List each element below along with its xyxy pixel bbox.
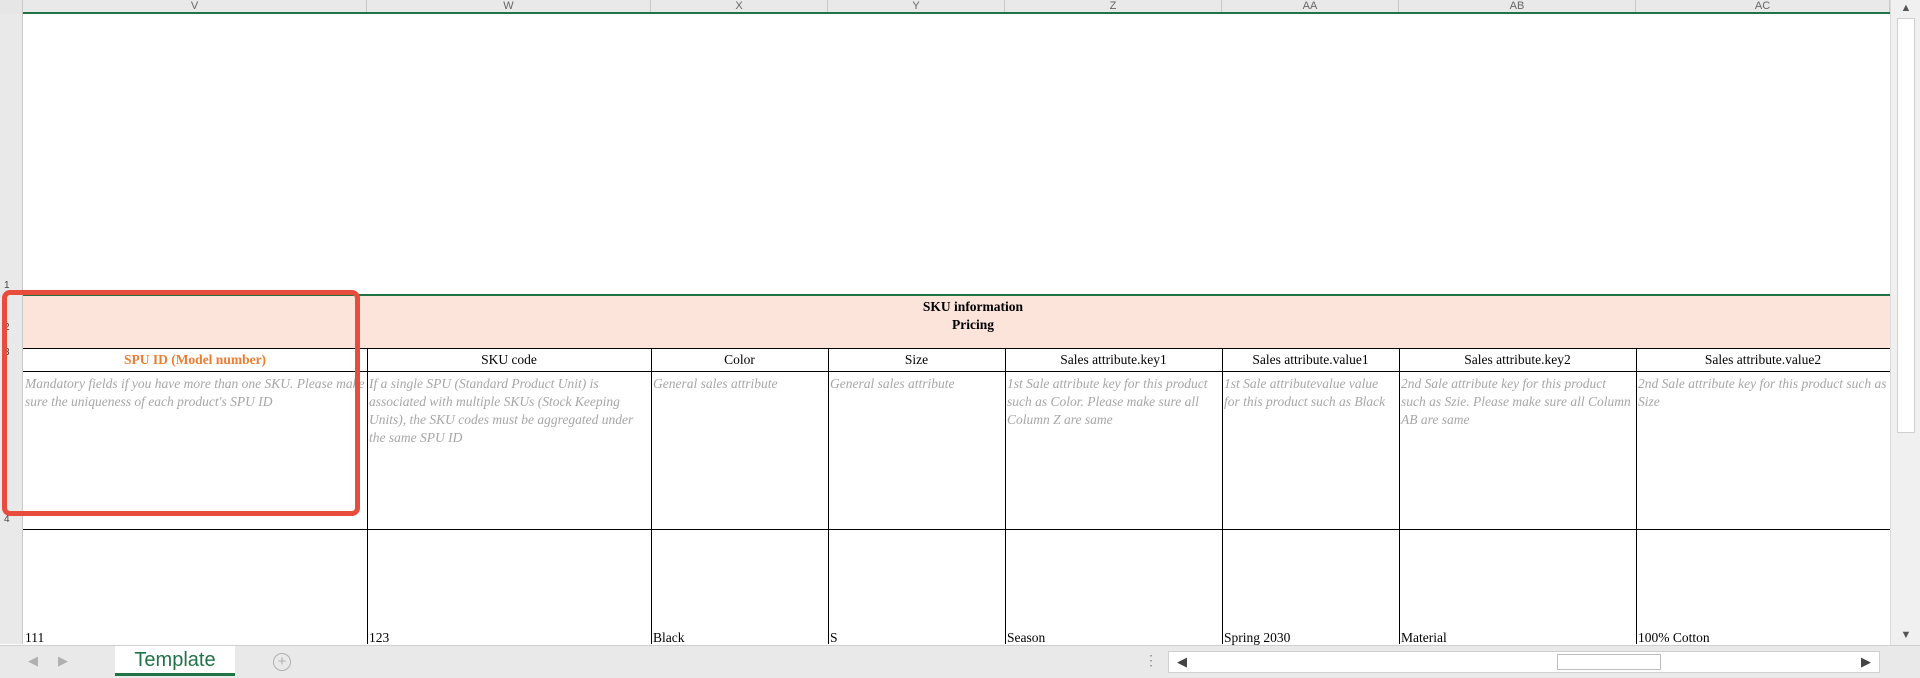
value-cell-sales-value1[interactable]: Spring 2030	[1222, 630, 1290, 646]
section-title-line1: SKU information	[922, 299, 1024, 314]
column-header-bar: V W X Y Z AA AB AC	[0, 0, 1890, 14]
gridline	[23, 529, 1890, 530]
description-cell-color[interactable]: General sales attribute	[651, 375, 828, 525]
header-cell-size[interactable]: Size	[828, 349, 1005, 371]
column-header-v[interactable]: V	[23, 0, 367, 12]
value-cell-sales-key2[interactable]: Material	[1399, 630, 1447, 646]
column-header-aa[interactable]: AA	[1222, 0, 1399, 12]
more-options-icon[interactable]: ⋮	[1144, 652, 1158, 669]
sheet-prev-icon[interactable]: ◀	[28, 653, 38, 669]
select-all-corner[interactable]	[0, 0, 23, 14]
scroll-up-icon[interactable]: ▲	[1898, 0, 1914, 16]
description-cell-sales-key1[interactable]: 1st Sale attribute key for this product …	[1005, 375, 1222, 525]
section-title[interactable]: SKU information Pricing	[363, 298, 1583, 334]
value-cell-size[interactable]: S	[828, 630, 838, 646]
header-cell-sku-code[interactable]: SKU code	[367, 349, 651, 371]
column-header-x[interactable]: X	[651, 0, 828, 12]
description-cell-sales-value1[interactable]: 1st Sale attributevalue value for this p…	[1222, 375, 1399, 525]
header-cell-color[interactable]: Color	[651, 349, 828, 371]
horizontal-scroll-thumb[interactable]	[1557, 654, 1661, 670]
column-header-w[interactable]: W	[367, 0, 651, 12]
header-cell-sales-value1[interactable]: Sales attribute.value1	[1222, 349, 1399, 371]
sheet-tab-template[interactable]: Template	[115, 646, 235, 676]
scroll-right-icon[interactable]: ▶	[1861, 654, 1871, 670]
highlight-box	[2, 290, 360, 516]
description-cell-sales-key2[interactable]: 2nd Sale attribute key for this product …	[1399, 375, 1636, 525]
sheet-tab-bar: ◀ ▶ Template + ⋮ ◀ ▶	[0, 645, 1920, 678]
vertical-scrollbar[interactable]: ▲ ▼	[1890, 0, 1920, 645]
add-sheet-icon[interactable]: +	[273, 653, 291, 671]
column-header-ab[interactable]: AB	[1399, 0, 1636, 12]
header-cell-sales-value2[interactable]: Sales attribute.value2	[1636, 349, 1890, 371]
horizontal-scrollbar[interactable]: ◀ ▶	[1168, 651, 1880, 673]
value-cell-color[interactable]: Black	[651, 630, 685, 646]
description-text-sales-value2: 2nd Sale attribute key for this product …	[1638, 376, 1887, 409]
vertical-scroll-thumb[interactable]	[1897, 18, 1915, 433]
value-cell-sku-code[interactable]: 123	[367, 630, 389, 646]
column-header-y[interactable]: Y	[828, 0, 1005, 12]
header-cell-sales-key1[interactable]: Sales attribute.key1	[1005, 349, 1222, 371]
scroll-down-icon[interactable]: ▼	[1898, 627, 1914, 643]
header-cell-sales-key2[interactable]: Sales attribute.key2	[1399, 349, 1636, 371]
scroll-left-icon[interactable]: ◀	[1177, 654, 1187, 670]
sheet-next-icon[interactable]: ▶	[58, 653, 68, 669]
column-header-ac[interactable]: AC	[1636, 0, 1890, 12]
column-header-z[interactable]: Z	[1005, 0, 1222, 12]
description-cell-sku-code[interactable]: If a single SPU (Standard Product Unit) …	[367, 375, 651, 525]
section-title-line2: Pricing	[952, 317, 994, 332]
value-cell-spu-id[interactable]: 111	[23, 630, 44, 646]
description-cell-sales-value2[interactable]: 2nd Sale attribute key for this product …	[1636, 375, 1890, 525]
value-cell-sales-value2[interactable]: 100% Cotton	[1636, 630, 1710, 646]
value-cell-sales-key1[interactable]: Season	[1005, 630, 1045, 646]
description-cell-size[interactable]: General sales attribute	[828, 375, 1005, 525]
